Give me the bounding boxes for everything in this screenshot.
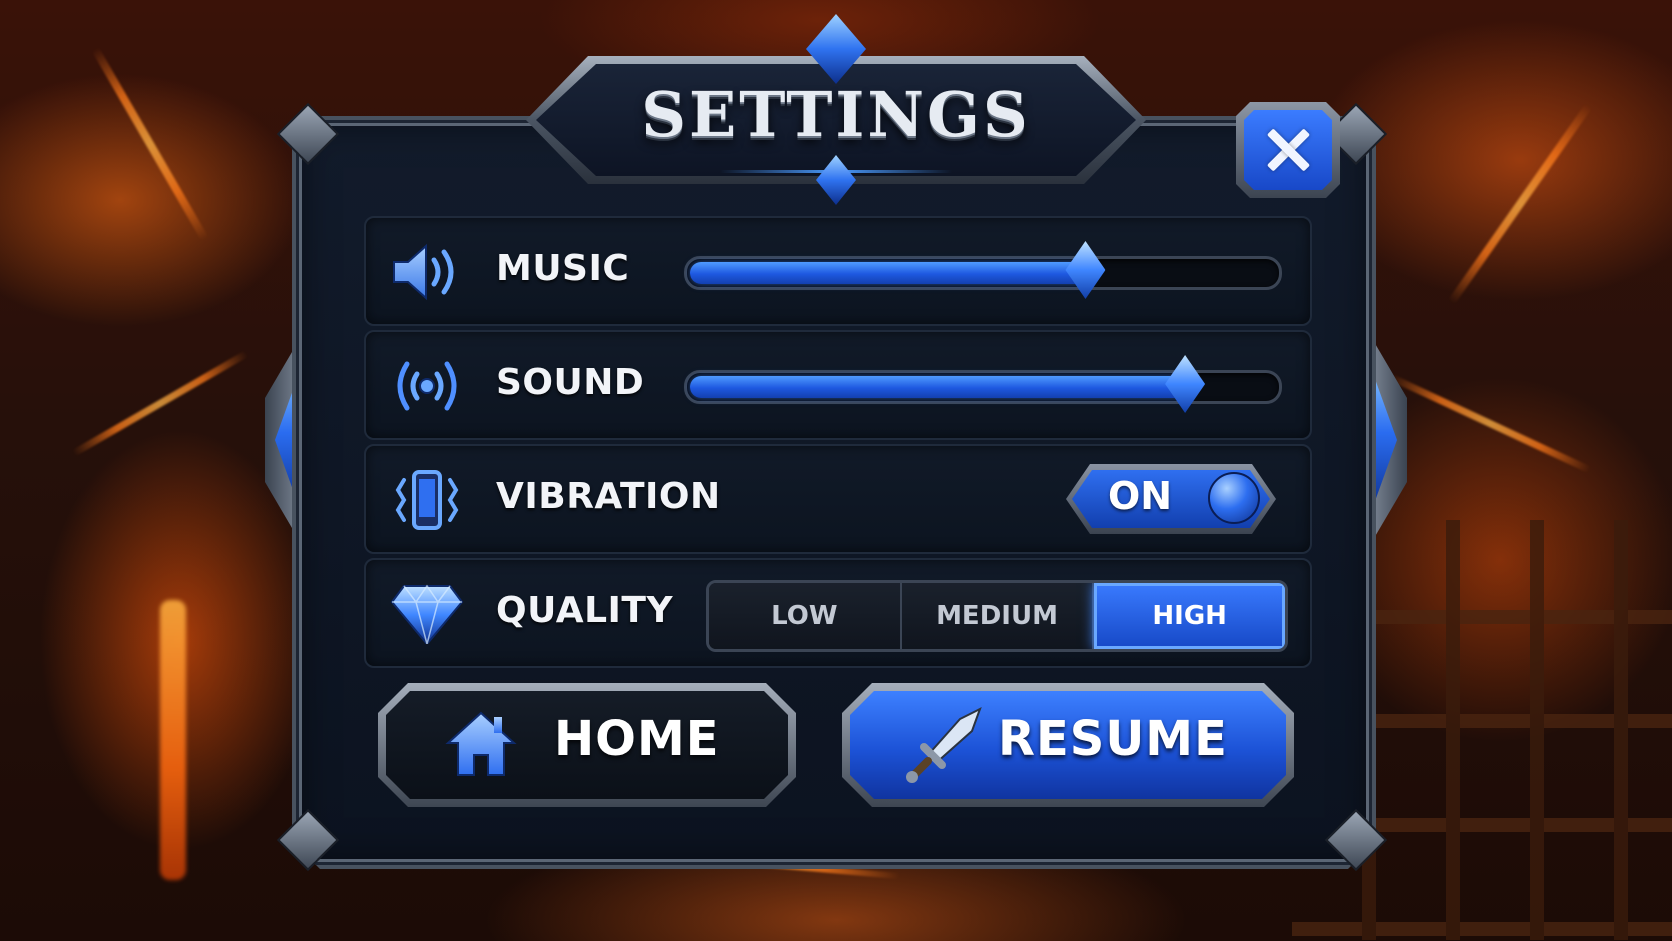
sword-icon [902,705,986,785]
close-button-face [1244,110,1332,190]
phone-vibrate-icon [395,470,459,530]
resume-label: RESUME [998,711,1228,767]
close-icon [1264,126,1312,174]
vibration-toggle[interactable]: ON [1066,464,1276,534]
quality-label: QUALITY [496,590,674,631]
resume-button[interactable]: RESUME [842,683,1294,807]
dialog-title: SETTINGS [641,78,1031,151]
vibration-toggle-knob[interactable] [1208,472,1260,524]
sound-slider-fill [690,376,1189,398]
home-label: HOME [554,711,720,767]
home-button[interactable]: HOME [378,683,796,807]
quality-option-medium[interactable]: MEDIUM [901,583,1095,649]
lava-waterfall [160,600,186,880]
diamond-icon [390,584,464,644]
quality-selector: LOW MEDIUM HIGH [706,580,1288,652]
vibration-row: VIBRATION ON [364,444,1312,554]
quality-option-low[interactable]: LOW [709,583,902,649]
sound-label: SOUND [496,362,645,403]
sound-slider[interactable] [684,355,1282,413]
music-slider[interactable] [684,241,1282,299]
sound-row: SOUND [364,330,1312,440]
music-slider-thumb[interactable] [1065,241,1106,299]
music-label: MUSIC [496,248,630,289]
quality-row: QUALITY LOW MEDIUM HIGH [364,558,1312,668]
quality-option-high[interactable]: HIGH [1094,583,1285,649]
vibration-toggle-state: ON [1108,474,1173,518]
speaker-icon [393,243,454,301]
sound-waves-icon [397,361,457,411]
close-button[interactable] [1236,102,1340,198]
music-slider-fill [690,262,1089,284]
music-row: MUSIC [364,216,1312,326]
vibration-label: VIBRATION [496,476,721,517]
house-icon [444,709,518,779]
sound-slider-thumb[interactable] [1165,355,1206,413]
